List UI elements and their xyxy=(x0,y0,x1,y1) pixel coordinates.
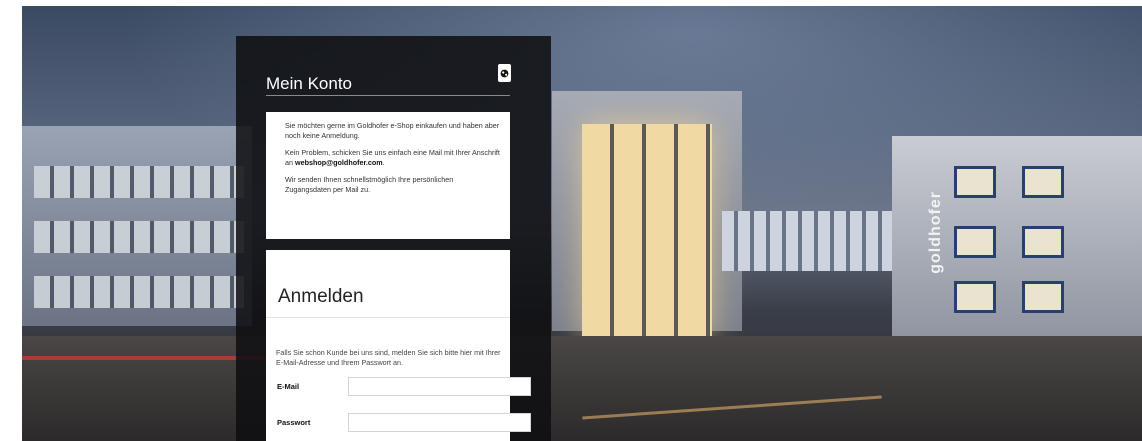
email-link[interactable]: webshop@goldhofer.com xyxy=(295,158,383,167)
window-row xyxy=(34,276,244,308)
window xyxy=(954,166,996,198)
panel-title: Mein Konto xyxy=(266,74,352,93)
skybridge xyxy=(722,211,902,271)
window-row xyxy=(34,221,244,253)
window xyxy=(954,226,996,258)
info-paragraph: Sie möchten gerne im Goldhofer e-Shop ei… xyxy=(285,121,500,140)
window xyxy=(1022,166,1064,198)
background-photo: goldhofer xyxy=(22,6,1142,441)
password-field[interactable] xyxy=(348,413,531,432)
info-text: . xyxy=(382,157,385,167)
info-box: Sie möchten gerne im Goldhofer e-Shop ei… xyxy=(266,112,510,239)
login-title: Anmelden xyxy=(278,286,364,307)
window xyxy=(954,281,996,313)
window xyxy=(1022,226,1064,258)
email-field[interactable] xyxy=(348,377,531,396)
login-box: Anmelden Falls Sie schon Kunde bei uns s… xyxy=(266,250,531,441)
email-label: E-Mail xyxy=(277,382,300,391)
globe-icon-glyph xyxy=(500,69,509,77)
info-paragraph: Kein Problem, schicken Sie uns einfach e… xyxy=(285,148,500,167)
glass-facade xyxy=(582,124,712,339)
title-divider xyxy=(266,95,510,96)
account-panel: Mein Konto Sie möchten gerne im Goldhofe… xyxy=(236,36,551,441)
street xyxy=(22,336,1142,441)
info-paragraph: Wir senden Ihnen schnellstmöglich Ihre p… xyxy=(285,175,454,194)
password-label: Passwort xyxy=(277,418,311,427)
login-description: Falls Sie schon Kunde bei uns sind, meld… xyxy=(276,348,501,367)
building-left xyxy=(22,126,252,326)
window-row xyxy=(34,166,244,198)
building-logo: goldhofer xyxy=(927,191,944,274)
login-divider xyxy=(266,317,510,318)
window xyxy=(1022,281,1064,313)
globe-icon[interactable] xyxy=(498,64,511,82)
